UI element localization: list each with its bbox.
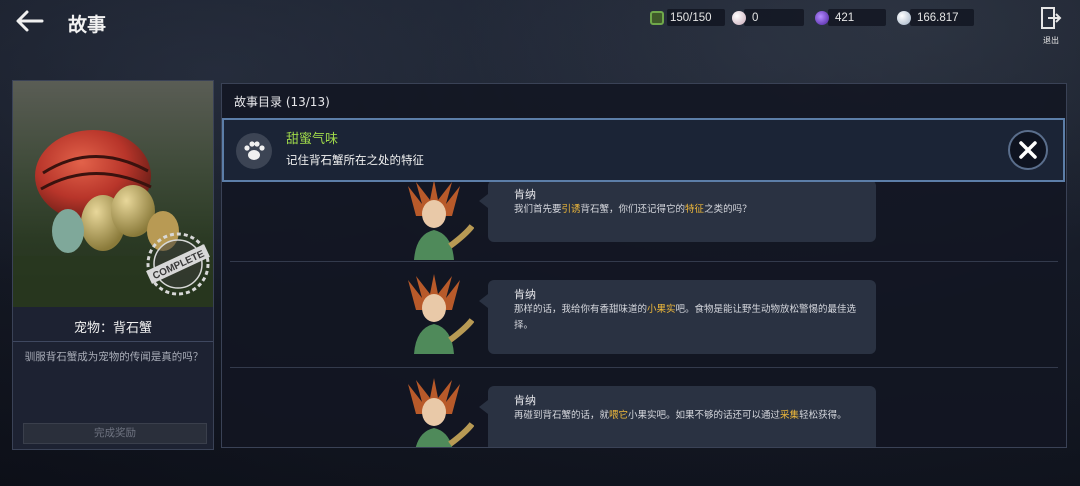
highlight-text: 小果实 xyxy=(647,304,676,315)
arrow-left-icon xyxy=(16,10,44,32)
close-icon xyxy=(1019,141,1037,159)
speaker-name: 肯纳 xyxy=(514,288,536,301)
dialog-text-part: 我们首先要 xyxy=(514,204,562,215)
top-bar: 故事 150/150 0 421 166.817 退出 xyxy=(0,0,1080,48)
dialog-text-part: 那样的话，我给你有香甜味道的 xyxy=(514,304,648,315)
energy-value: 150/150 xyxy=(670,12,712,24)
exit-button[interactable]: 退出 xyxy=(1038,6,1064,45)
crystal-value: 421 xyxy=(835,12,855,24)
pet-illustration: COMPLETE xyxy=(13,81,213,307)
dialog-row: 肯纳 再碰到背石蟹的话，就喂它小果实吧。如果不够的话还可以通过采集轻松获得。 xyxy=(230,368,1058,447)
pearl-value: 0 xyxy=(752,12,759,24)
currency-crystal: 421 xyxy=(815,9,854,27)
currency-energy: 150/150 xyxy=(650,9,712,27)
page-title: 故事 xyxy=(68,14,107,36)
silver-value: 166.817 xyxy=(917,12,959,24)
currency-silver: 166.817 xyxy=(897,9,959,27)
crab-illustration: COMPLETE xyxy=(13,130,213,307)
highlight-text: 采集 xyxy=(780,410,800,421)
dialog-bubble: 肯纳 我们首先要引诱背石蟹，你们还记得它的特征之类的吗？ xyxy=(479,180,876,242)
pet-card: COMPLETE 宠物：背石蟹 驯服背石蟹成为宠物的传闻是真的吗？ 完成奖励 xyxy=(12,80,214,450)
quest-title: 甜蜜气味 xyxy=(286,132,339,147)
dialog-row: 肯纳 那样的话，我给你有香甜味道的小果实吧。食物是能让野生动物放松警惕的最佳选择… xyxy=(230,262,1058,368)
npc-portrait xyxy=(408,378,474,447)
speaker-name: 肯纳 xyxy=(514,188,536,201)
dialog-text-part: 轻松获得。 xyxy=(799,410,847,421)
pet-name: 宠物：背石蟹 xyxy=(73,321,152,336)
quest-icon-wrap xyxy=(236,133,272,169)
energy-icon xyxy=(650,11,664,25)
dialog-bubble: 肯纳 那样的话，我给你有香甜味道的小果实吧。食物是能让野生动物放松警惕的最佳选择… xyxy=(479,280,876,354)
active-quest[interactable]: 甜蜜气味 记住背石蟹所在之处的特征 xyxy=(222,118,1065,182)
crystal-icon xyxy=(815,11,829,25)
speaker-name: 肯纳 xyxy=(514,394,536,407)
dialog-text-part: 再碰到背石蟹的话，就 xyxy=(514,410,610,421)
dialog-text: 那样的话，我给你有香甜味道的小果实吧。食物是能让野生动物放松警惕的最佳选择。 xyxy=(514,302,864,334)
highlight-text: 引诱 xyxy=(561,204,581,215)
currency-pearl: 0 xyxy=(732,9,758,27)
npc-portrait xyxy=(408,274,474,354)
pearl-icon xyxy=(732,11,746,25)
dialog-text: 我们首先要引诱背石蟹，你们还记得它的特征之类的吗？ xyxy=(514,202,864,218)
back-button[interactable] xyxy=(14,8,46,36)
dialog-text-part: 小果实吧。如果不够的话还可以通过 xyxy=(628,410,781,421)
paw-icon xyxy=(244,141,265,160)
exit-door-icon xyxy=(1041,7,1062,29)
pet-description: 驯服背石蟹成为宠物的传闻是真的吗？ xyxy=(24,351,204,363)
dialog-bubble: 肯纳 再碰到背石蟹的话，就喂它小果实吧。如果不够的话还可以通过采集轻松获得。 xyxy=(479,386,876,447)
dialog-text-part: 背石蟹，你们还记得它的 xyxy=(580,204,686,215)
divider xyxy=(13,341,213,342)
quest-description: 记住背石蟹所在之处的特征 xyxy=(286,153,424,167)
highlight-text: 特征 xyxy=(685,204,705,215)
npc-portrait xyxy=(408,180,474,260)
silver-icon xyxy=(897,11,911,25)
close-button[interactable] xyxy=(1008,130,1048,170)
dialog-row: 肯纳 我们首先要引诱背石蟹，你们还记得它的特征之类的吗？ xyxy=(230,180,1058,262)
story-catalog-header: 故事目录 (13/13) xyxy=(234,95,330,109)
complete-reward-button[interactable]: 完成奖励 xyxy=(23,423,207,444)
dialog-text: 再碰到背石蟹的话，就喂它小果实吧。如果不够的话还可以通过采集轻松获得。 xyxy=(514,408,864,424)
highlight-text: 喂它 xyxy=(609,410,629,421)
dialog-text-part: 之类的吗？ xyxy=(704,204,752,215)
exit-label: 退出 xyxy=(1043,36,1059,45)
